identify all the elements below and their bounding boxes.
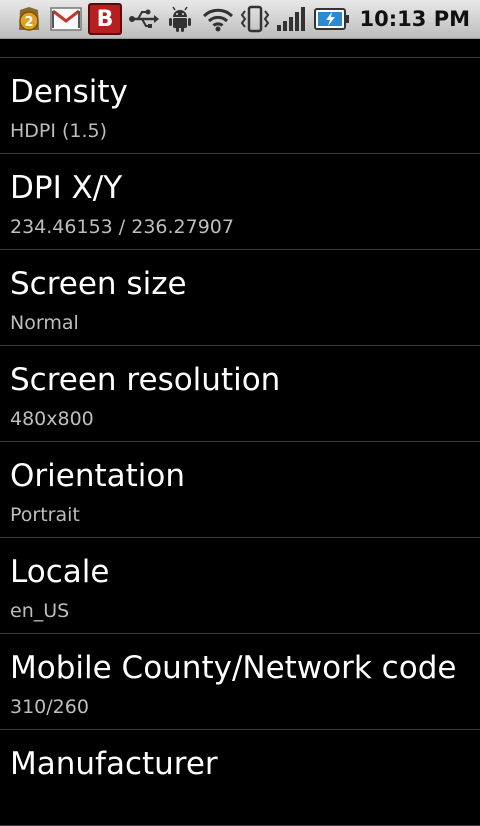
clock: 10:13 PM: [359, 7, 470, 31]
item-value: 480x800: [10, 408, 94, 430]
signal-icon: [276, 5, 308, 33]
notification-count-icon: 2: [14, 4, 44, 34]
list-item-screen-resolution[interactable]: Screen resolution 480x800: [0, 346, 480, 442]
item-title: Screen size: [10, 266, 187, 302]
usb-icon: [128, 7, 160, 31]
item-value: HDPI (1.5): [10, 120, 108, 142]
battery-charging-icon: [313, 6, 350, 32]
settings-list[interactable]: Density HDPI (1.5) DPI X/Y 234.46153 / 2…: [0, 38, 480, 826]
item-value: Normal: [10, 312, 79, 334]
list-item-locale[interactable]: Locale en_US: [0, 538, 480, 634]
item-title: Density: [10, 74, 128, 110]
item-value: Portrait: [10, 504, 80, 526]
list-item-screen-size[interactable]: Screen size Normal: [0, 250, 480, 346]
item-value: 310/260: [10, 696, 89, 718]
svg-text:2: 2: [24, 15, 33, 30]
list-item-network-code[interactable]: Mobile County/Network code 310/260: [0, 634, 480, 730]
item-title: DPI X/Y: [10, 170, 123, 206]
gmail-icon: [50, 6, 82, 32]
item-title: Screen resolution: [10, 362, 281, 398]
android-debug-icon: [166, 5, 194, 33]
item-title: Mobile County/Network code: [10, 650, 457, 686]
b-app-icon: B: [88, 3, 122, 35]
list-divider: [0, 38, 480, 58]
list-item-dpi[interactable]: DPI X/Y 234.46153 / 236.27907: [0, 154, 480, 250]
item-title: Manufacturer: [10, 746, 218, 782]
status-bar[interactable]: 2 B 10:13 PM: [0, 0, 480, 39]
item-title: Orientation: [10, 458, 186, 494]
item-value: 234.46153 / 236.27907: [10, 216, 234, 238]
list-item-density[interactable]: Density HDPI (1.5): [0, 58, 480, 154]
wifi-icon: [202, 6, 234, 32]
list-item-orientation[interactable]: Orientation Portrait: [0, 442, 480, 538]
item-title: Locale: [10, 554, 110, 590]
vibrate-icon: [240, 5, 270, 33]
list-item-manufacturer[interactable]: Manufacturer: [0, 730, 480, 826]
item-value: en_US: [10, 600, 70, 622]
